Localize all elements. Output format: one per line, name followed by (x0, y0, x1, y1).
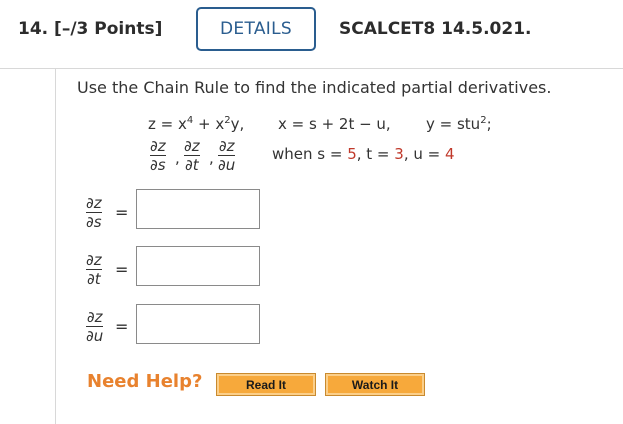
t-value: 3 (394, 145, 404, 163)
s-value: 5 (347, 145, 357, 163)
points-text: [–/3 Points] (54, 19, 163, 39)
question-number-text: 14. (18, 19, 49, 39)
answer-input-dz-du[interactable] (136, 304, 260, 344)
when-condition: when s = 5, t = 3, u = 4 (272, 145, 455, 163)
answer-label-dz-ds: ∂z ∂s (86, 194, 102, 231)
answer-label-dz-du: ∂z ∂u (86, 308, 104, 345)
read-it-button[interactable]: Read It (216, 373, 316, 396)
answer-label-dz-dt: ∂z ∂t (86, 251, 102, 288)
question-number: 14. [–/3 Points] (18, 19, 162, 39)
equals-sign: = (115, 203, 129, 222)
question-body: Use the Chain Rule to find the indicated… (55, 68, 623, 424)
given-z-equation: z = x4 + x2y, (148, 115, 245, 133)
derivative-fraction-t: ∂z ∂t (184, 137, 200, 174)
given-x-equation: x = s + 2t − u, (278, 115, 391, 133)
derivative-fraction-u: ∂z ∂u (218, 137, 236, 174)
course-code: SCALCET8 14.5.021. (339, 19, 532, 39)
question-header: 14. [–/3 Points] DETAILS SCALCET8 14.5.0… (0, 0, 623, 69)
instruction-text: Use the Chain Rule to find the indicated… (77, 78, 552, 97)
equals-sign: = (115, 260, 129, 279)
watch-it-button[interactable]: Watch It (325, 373, 425, 396)
derivative-fraction-s: ∂z ∂s (150, 137, 166, 174)
need-help-label: Need Help? (87, 371, 203, 392)
answer-input-dz-dt[interactable] (136, 246, 260, 286)
u-value: 4 (444, 145, 455, 163)
details-button[interactable]: DETAILS (196, 7, 316, 51)
equals-sign: = (115, 317, 129, 336)
answer-input-dz-ds[interactable] (136, 189, 260, 229)
given-y-equation: y = stu2; (426, 115, 492, 133)
